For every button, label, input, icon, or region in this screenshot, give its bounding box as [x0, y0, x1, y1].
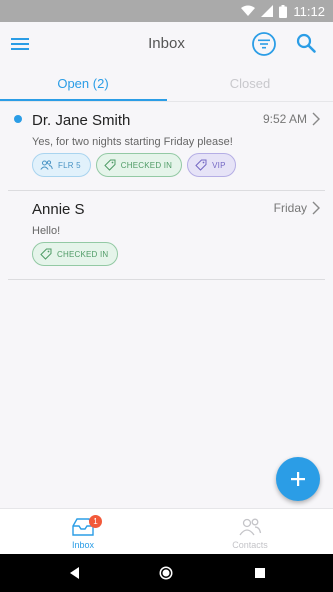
status-icons: 11:12: [241, 3, 325, 19]
page-title: Inbox: [148, 35, 185, 52]
unread-badge: 1: [89, 515, 102, 528]
status-bar: 11:12: [0, 0, 333, 22]
unread-indicator: [14, 115, 22, 123]
nav-inbox-label: Inbox: [71, 540, 95, 550]
signal-icon: [261, 5, 274, 17]
nav-inbox[interactable]: 1 Inbox: [0, 509, 166, 555]
conversation-item[interactable]: Dr. Jane Smith 9:52 AM Yes, for two nigh…: [8, 103, 325, 191]
search-button[interactable]: [295, 32, 317, 54]
system-nav-bar: [0, 554, 333, 592]
home-icon[interactable]: [158, 565, 174, 581]
tag-list: CHECKED IN: [32, 242, 119, 266]
tab-indicator: [0, 99, 167, 101]
nav-contacts-label: Contacts: [232, 540, 268, 550]
bottom-nav: 1 Inbox Contacts: [0, 508, 333, 554]
message-time: 9:52 AM: [262, 112, 307, 126]
tag-chip[interactable]: CHECKED IN: [95, 153, 183, 177]
tag-icon: [195, 159, 207, 171]
tag-chip[interactable]: VIP: [187, 153, 236, 177]
filter-button[interactable]: [251, 31, 277, 57]
nav-contacts[interactable]: Contacts: [167, 509, 333, 555]
tag-label: FLR 5: [58, 160, 81, 170]
wifi-icon: [241, 5, 256, 16]
search-icon: [296, 33, 316, 53]
tag-icon: [104, 159, 116, 171]
tag-label: CHECKED IN: [57, 249, 109, 259]
chevron-right-icon: [312, 201, 320, 215]
tag-chip[interactable]: CHECKED IN: [32, 242, 119, 266]
tag-icon: [40, 248, 52, 260]
status-time: 11:12: [293, 3, 325, 19]
contact-name: Dr. Jane Smith: [32, 112, 131, 129]
message-preview: Hello!: [32, 225, 61, 237]
tag-label: CHECKED IN: [120, 160, 173, 170]
chevron-right-icon: [312, 112, 320, 126]
tag-label: VIP: [212, 160, 226, 170]
tag-list: FLR 5 CHECKED IN VIP: [32, 153, 236, 177]
tab-bar: Open (2) Closed: [0, 66, 333, 102]
tab-closed[interactable]: Closed: [167, 66, 333, 102]
message-preview: Yes, for two nights starting Friday plea…: [32, 136, 233, 148]
tag-chip[interactable]: FLR 5: [32, 153, 91, 177]
conversation-item[interactable]: Annie S Friday Hello! CHECKED IN: [8, 192, 325, 280]
message-time: Friday: [273, 201, 307, 215]
app-bar: Inbox: [0, 22, 333, 66]
new-conversation-button[interactable]: [276, 457, 320, 501]
filter-icon: [252, 32, 276, 56]
contact-name: Annie S: [32, 201, 85, 218]
recents-icon[interactable]: [252, 565, 268, 581]
tab-open[interactable]: Open (2): [0, 66, 166, 102]
back-icon[interactable]: [67, 565, 83, 581]
people-icon: [40, 160, 53, 170]
battery-icon: [279, 4, 288, 18]
contacts-icon: [239, 518, 262, 536]
plus-icon: [291, 472, 305, 486]
